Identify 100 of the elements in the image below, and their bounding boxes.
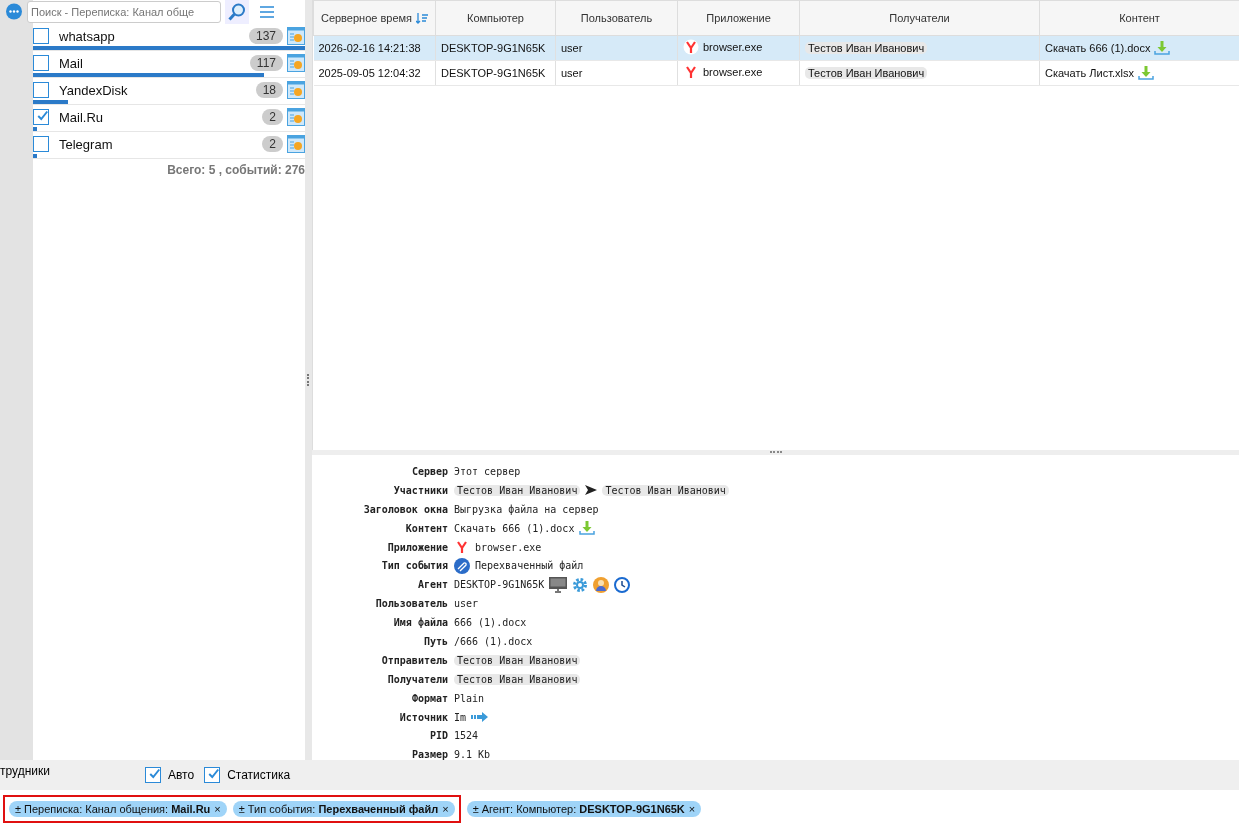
column-header[interactable]: Получатели <box>799 0 1040 36</box>
field-label: Путь <box>422 635 448 647</box>
checkbox[interactable] <box>33 82 49 98</box>
field-value: user <box>454 598 479 610</box>
person-chip[interactable]: Тестов Иван Иванович <box>805 42 928 54</box>
toggle-label: Авто <box>168 768 195 782</box>
field-label: Тип события <box>380 560 448 572</box>
browser-y-icon <box>683 64 699 80</box>
table-cell: 2026-02-16 14:21:38 <box>313 35 436 61</box>
channel-item[interactable]: YandexDisk 18 <box>33 78 305 100</box>
person-chip[interactable]: Тестов Иван Иванович <box>454 484 581 496</box>
content-text: Скачать 666 (1).docx <box>1045 42 1151 54</box>
arrow-icon <box>585 485 598 496</box>
field-value: 666 (1).docx <box>454 617 527 629</box>
field-label: Заголовок окна <box>362 503 448 515</box>
chart-window-icon[interactable] <box>287 135 305 153</box>
field-value: browser.exe <box>475 541 542 553</box>
arrow-icon <box>471 711 490 723</box>
gear-icon[interactable] <box>572 576 589 593</box>
channel-item[interactable]: Mail.Ru 2 <box>33 105 305 127</box>
count-badge: 2 <box>262 136 283 152</box>
checkbox[interactable] <box>33 55 49 71</box>
count-badge: 137 <box>248 28 283 44</box>
user-icon[interactable] <box>593 576 610 593</box>
table-cell: user <box>555 60 678 86</box>
splitter-handle[interactable] <box>306 374 311 386</box>
section-label: трудники <box>0 764 51 778</box>
table-row[interactable]: 2026-02-16 14:21:38 DESKTOP-9G1N65K user browser.exe Тестов Иван Иванович Скачать 666 (1).docx <box>313 35 1239 61</box>
count-badge: 18 <box>255 82 283 98</box>
filter-tag[interactable]: ± Переписка: Канал общения: Mail.Ru × <box>9 800 227 817</box>
column-header[interactable]: Приложение <box>677 0 800 36</box>
person-chip[interactable]: Тестов Иван Иванович <box>602 484 729 496</box>
clock-icon[interactable] <box>614 576 631 593</box>
channel-item[interactable]: whatsapp 137 <box>33 24 305 46</box>
field-label: Агент <box>416 579 448 591</box>
field-value: Выгрузка файла на сервер <box>454 503 599 515</box>
splitter-handle[interactable] <box>769 451 782 454</box>
checkbox[interactable] <box>33 136 49 152</box>
app-name: browser.exe <box>703 41 763 53</box>
download-icon[interactable] <box>579 520 596 537</box>
count-badge: 117 <box>249 55 283 71</box>
column-header[interactable]: Контент <box>1039 0 1239 36</box>
field-value: Этот сервер <box>454 465 521 477</box>
filter-tag[interactable]: ± Агент: Компьютер: DESKTOP-9G1N65K × <box>466 800 702 817</box>
browser-y-icon <box>683 39 699 55</box>
person-chip[interactable]: Тестов Иван Иванович <box>454 673 581 685</box>
table-cell: DESKTOP-9G1N65K <box>435 35 556 61</box>
field-label: Размер <box>410 749 448 761</box>
content-text: Скачать Лист.xlsx <box>1045 67 1134 79</box>
monitor-icon[interactable] <box>549 576 568 593</box>
field-value: 9.1 Kb <box>454 749 491 761</box>
table-cell: DESKTOP-9G1N65K <box>435 60 556 86</box>
toggle-label: Статистика <box>227 768 291 782</box>
channel-item[interactable]: Mail 117 <box>33 51 305 73</box>
person-chip[interactable]: Тестов Иван Иванович <box>454 654 581 666</box>
table-cell: user <box>555 35 678 61</box>
field-value: DESKTOP-9G1N65K <box>454 579 545 591</box>
table-cell: 2025-09-05 12:04:32 <box>313 60 436 86</box>
checkbox[interactable] <box>33 109 49 125</box>
column-header[interactable]: Компьютер <box>435 0 556 36</box>
field-label: Формат <box>410 692 448 704</box>
field-value: Im <box>454 711 467 723</box>
checkbox[interactable] <box>204 767 221 783</box>
search-field[interactable]: Поиск - Переписка: Канал обще <box>27 1 221 23</box>
channel-item[interactable]: Telegram 2 <box>33 132 305 154</box>
search-icon <box>227 2 247 22</box>
field-label: Получатели <box>386 673 448 685</box>
column-title: Серверное время <box>320 12 413 24</box>
chart-window-icon[interactable] <box>287 54 305 72</box>
field-label: Участники <box>392 484 448 496</box>
menu-icon[interactable] <box>259 5 275 19</box>
checkbox[interactable] <box>33 28 49 44</box>
field-label: Отправитель <box>380 654 448 666</box>
total-summary: Всего: 5 , событий: 276 <box>166 162 305 179</box>
field-label: Имя файла <box>392 617 448 629</box>
field-value: 1524 <box>454 730 479 742</box>
paperclip-icon <box>454 557 470 574</box>
field-value: /666 (1).docx <box>454 635 533 647</box>
chart-window-icon[interactable] <box>287 27 305 45</box>
browser-y-icon <box>454 539 470 555</box>
column-header[interactable]: Серверное время <box>313 0 436 36</box>
chat-icon <box>5 3 23 21</box>
field-label: Контент <box>404 522 448 534</box>
field-label: Источник <box>398 711 448 723</box>
app-name: browser.exe <box>703 66 763 78</box>
checkbox[interactable] <box>145 767 161 783</box>
download-icon[interactable] <box>1138 65 1154 81</box>
chart-window-icon[interactable] <box>287 108 305 126</box>
field-label: Сервер <box>410 465 448 477</box>
field-value: Plain <box>454 692 485 704</box>
filter-tag[interactable]: ± Тип события: Перехваченный файл × <box>232 800 455 817</box>
chart-window-icon[interactable] <box>287 81 305 99</box>
column-header[interactable]: Пользователь <box>555 0 678 36</box>
field-label: Приложение <box>386 541 448 553</box>
field-label: Пользователь <box>374 598 448 610</box>
count-badge: 2 <box>262 109 283 125</box>
sort-icon[interactable] <box>416 12 429 24</box>
person-chip[interactable]: Тестов Иван Иванович <box>805 67 928 79</box>
search-button[interactable] <box>225 0 249 24</box>
table-row[interactable]: 2025-09-05 12:04:32 DESKTOP-9G1N65K user browser.exe Тестов Иван Иванович Скачать Лист.xlsx <box>313 60 1239 86</box>
